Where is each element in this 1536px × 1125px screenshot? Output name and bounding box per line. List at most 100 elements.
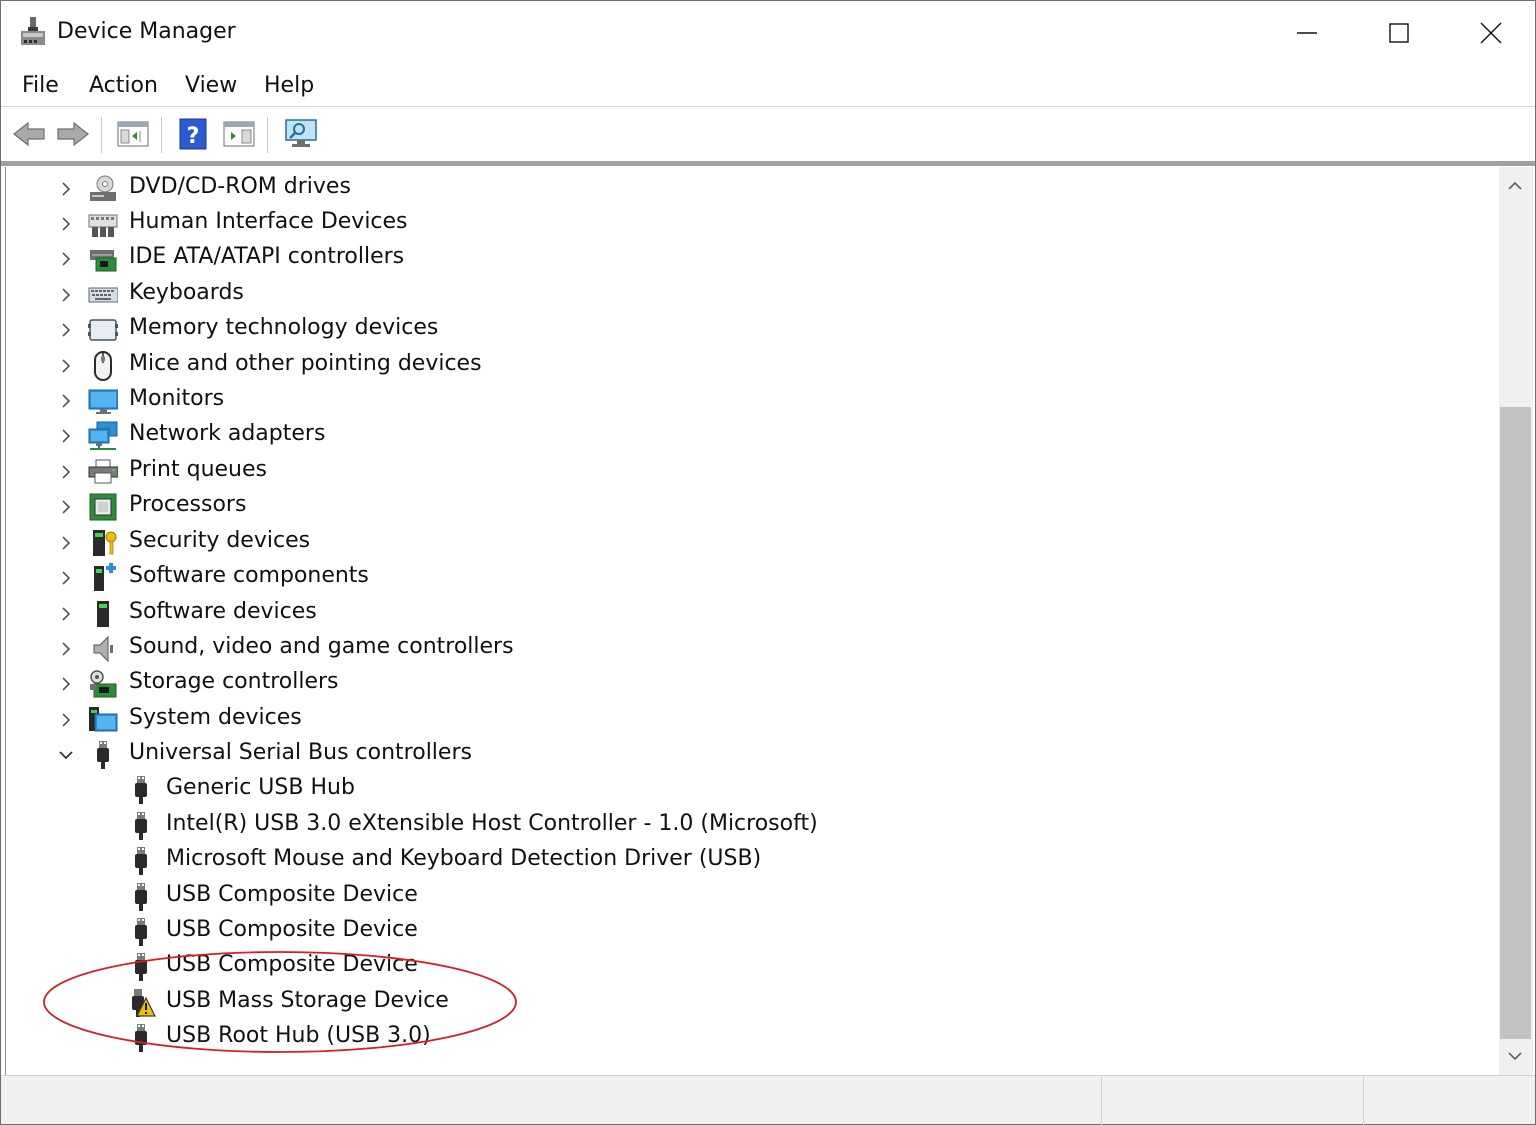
device-manager-app-icon	[19, 15, 47, 47]
minimize-button[interactable]	[1261, 1, 1353, 65]
chevron-right-icon[interactable]	[56, 604, 76, 624]
chevron-right-icon[interactable]	[56, 533, 76, 553]
system-devices-icon	[88, 705, 118, 735]
chevron-right-icon[interactable]	[56, 285, 76, 305]
tree-item-label: Monitors	[129, 386, 225, 411]
tree-item-dvd-cd-rom-drives[interactable]: DVD/CD-ROM drives	[6, 171, 1496, 206]
chevron-right-icon[interactable]	[56, 320, 76, 340]
usb-plug-icon	[126, 1023, 156, 1053]
back-button[interactable]	[9, 115, 49, 153]
storage-controller-icon	[88, 669, 118, 699]
tree-item-label: IDE ATA/ATAPI controllers	[129, 244, 405, 269]
tree-item-ide-ata-atapi-controllers[interactable]: IDE ATA/ATAPI controllers	[6, 241, 1496, 276]
chevron-right-icon[interactable]	[56, 639, 76, 659]
scan-hardware-button[interactable]	[281, 115, 321, 153]
chevron-right-icon[interactable]	[56, 710, 76, 730]
maximize-button[interactable]	[1353, 1, 1445, 65]
menu-view[interactable]: View	[185, 73, 237, 98]
chevron-right-icon[interactable]	[56, 674, 76, 694]
tree-item-universal-serial-bus-controllers[interactable]: Universal Serial Bus controllers	[6, 737, 1496, 772]
tree-child-usb-composite-device[interactable]: USB Composite Device	[6, 914, 1496, 949]
device-tree[interactable]: DVD/CD-ROM drives Human Interface Device…	[5, 167, 1499, 1075]
chevron-right-icon[interactable]	[56, 179, 76, 199]
menu-file[interactable]: File	[22, 73, 59, 98]
tree-item-keyboards[interactable]: Keyboards	[6, 277, 1496, 312]
usb-plug-icon	[126, 775, 156, 805]
tree-child-usb-composite-device[interactable]: USB Composite Device	[6, 879, 1496, 914]
help-icon: ?	[179, 118, 207, 150]
help-button[interactable]: ?	[173, 115, 213, 153]
tree-item-print-queues[interactable]: Print queues	[6, 454, 1496, 489]
tree-item-label: DVD/CD-ROM drives	[129, 174, 351, 199]
tree-child-usb-mass-storage-device[interactable]: USB Mass Storage Device	[6, 985, 1496, 1020]
window-title: Device Manager	[57, 19, 236, 44]
show-hide-console-tree-button[interactable]	[113, 115, 153, 153]
network-adapter-icon	[88, 421, 118, 451]
forward-arrow-icon	[57, 121, 89, 147]
tree-item-processors[interactable]: Processors	[6, 489, 1496, 524]
tree-child-label: USB Composite Device	[166, 952, 418, 977]
usb-plug-icon	[126, 882, 156, 912]
maximize-icon	[1389, 23, 1409, 43]
menu-help[interactable]: Help	[264, 73, 314, 98]
device-manager-window: Device Manager File Action View Help ? D…	[0, 0, 1536, 1125]
usb-plug-icon	[88, 740, 118, 770]
printer-icon	[88, 457, 119, 487]
chevron-right-icon[interactable]	[56, 426, 76, 446]
chevron-right-icon[interactable]	[56, 462, 76, 482]
tree-child-ms-mouse-keyboard-detection[interactable]: Microsoft Mouse and Keyboard Detection D…	[6, 843, 1496, 878]
vertical-scrollbar[interactable]	[1499, 167, 1533, 1075]
tree-item-mice-and-other-pointing-devices[interactable]: Mice and other pointing devices	[6, 348, 1496, 383]
tree-child-intel-usb3-host-controller[interactable]: Intel(R) USB 3.0 eXtensible Host Control…	[6, 808, 1496, 843]
tree-item-label: Software components	[129, 563, 369, 588]
usb-plug-icon	[126, 811, 156, 841]
tree-child-label: USB Composite Device	[166, 917, 418, 942]
sound-icon	[88, 634, 118, 664]
scan-hardware-monitor-icon	[285, 119, 317, 147]
show-hide-action-pane-button[interactable]	[219, 115, 259, 153]
tree-child-usb-root-hub[interactable]: USB Root Hub (USB 3.0)	[6, 1020, 1496, 1055]
scrollbar-thumb[interactable]	[1500, 407, 1531, 1039]
keyboard-icon	[88, 280, 119, 310]
tree-child-generic-usb-hub[interactable]: Generic USB Hub	[6, 772, 1496, 807]
chevron-right-icon[interactable]	[56, 497, 76, 517]
tree-item-network-adapters[interactable]: Network adapters	[6, 418, 1496, 453]
tree-item-label: Print queues	[129, 457, 267, 482]
menu-action[interactable]: Action	[89, 73, 158, 98]
console-tree-icon	[117, 121, 149, 147]
mouse-icon	[88, 351, 118, 381]
forward-button[interactable]	[53, 115, 93, 153]
scroll-down-arrow-icon[interactable]	[1507, 1047, 1523, 1066]
chevron-right-icon[interactable]	[56, 214, 76, 234]
tree-item-software-devices[interactable]: Software devices	[6, 596, 1496, 631]
tree-child-usb-composite-device[interactable]: USB Composite Device	[6, 949, 1496, 984]
chevron-right-icon[interactable]	[56, 568, 76, 588]
tree-item-sound-video-game-controllers[interactable]: Sound, video and game controllers	[6, 631, 1496, 666]
tree-item-label: Memory technology devices	[129, 315, 439, 340]
chevron-right-icon[interactable]	[56, 356, 76, 376]
scroll-up-arrow-icon[interactable]	[1507, 177, 1523, 196]
tree-item-memory-technology-devices[interactable]: Memory technology devices	[6, 312, 1496, 347]
tree-item-storage-controllers[interactable]: Storage controllers	[6, 666, 1496, 701]
tree-item-human-interface-devices[interactable]: Human Interface Devices	[6, 206, 1496, 241]
tree-item-label: Security devices	[129, 528, 311, 553]
tree-item-software-components[interactable]: Software components	[6, 560, 1496, 595]
status-bar-pane	[1101, 1076, 1363, 1125]
minimize-icon	[1297, 32, 1317, 34]
chevron-down-icon[interactable]	[56, 745, 76, 765]
status-bar	[1, 1075, 1535, 1125]
tree-item-label: Network adapters	[129, 421, 326, 446]
tree-item-label: Storage controllers	[129, 669, 339, 694]
tree-item-security-devices[interactable]: Security devices	[6, 525, 1496, 560]
tree-item-system-devices[interactable]: System devices	[6, 702, 1496, 737]
title-bar[interactable]: Device Manager	[1, 1, 1535, 65]
tree-child-label: Intel(R) USB 3.0 eXtensible Host Control…	[166, 811, 818, 836]
tree-item-monitors[interactable]: Monitors	[6, 383, 1496, 418]
hid-icon	[88, 209, 118, 239]
chevron-right-icon[interactable]	[56, 391, 76, 411]
menu-bar: File Action View Help	[1, 65, 1535, 107]
usb-warning-icon	[126, 988, 156, 1018]
chevron-right-icon[interactable]	[56, 249, 76, 269]
toolbar-separator	[101, 117, 102, 153]
close-button[interactable]	[1445, 1, 1536, 65]
